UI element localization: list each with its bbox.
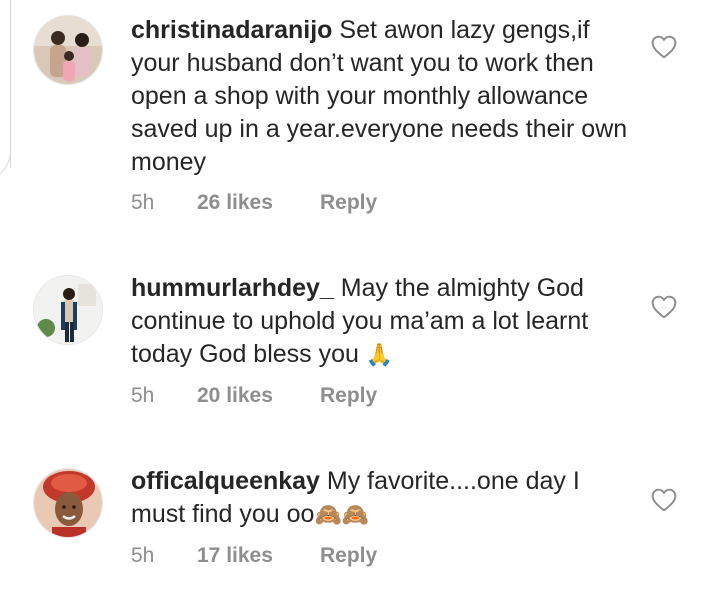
comment-likes[interactable]: 17 likes [197,544,320,568]
avatar[interactable] [33,15,103,85]
heart-outline-icon[interactable] [651,295,677,319]
praying-hands-emoji: 🙏 [365,343,394,368]
reply-button[interactable]: Reply [320,384,377,408]
see-no-evil-monkey-emoji: 🙈🙈 [314,503,370,528]
comment-time: 5h [131,191,155,214]
comment-meta: 5h 26 likes Reply [131,191,377,215]
comment-username[interactable]: hummurlarhdey_ [131,274,334,302]
avatar[interactable] [33,468,103,538]
heart-outline-icon[interactable] [651,488,677,512]
comment-username[interactable]: officalqueenkay [131,467,320,495]
avatar[interactable] [33,275,103,345]
comment-text: hummurlarhdey_ May the almighty God cont… [131,272,636,372]
comment-likes[interactable]: 20 likes [197,384,320,408]
comment-username[interactable]: christinadaranijo [131,16,332,44]
thread-connector-line [10,0,11,168]
comment-time: 5h [131,384,155,407]
comment-likes[interactable]: 26 likes [197,191,320,215]
comment-text: officalqueenkay My favorite....one day I… [131,465,636,532]
comment-meta: 5h 20 likes Reply [131,384,377,408]
comment-text: christinadaranijo Set awon lazy gengs,if… [131,14,636,179]
heart-outline-icon[interactable] [651,35,677,59]
reply-button[interactable]: Reply [320,544,377,568]
comment-meta: 5h 17 likes Reply [131,544,377,568]
comment-time: 5h [131,544,155,567]
reply-button[interactable]: Reply [320,191,377,215]
